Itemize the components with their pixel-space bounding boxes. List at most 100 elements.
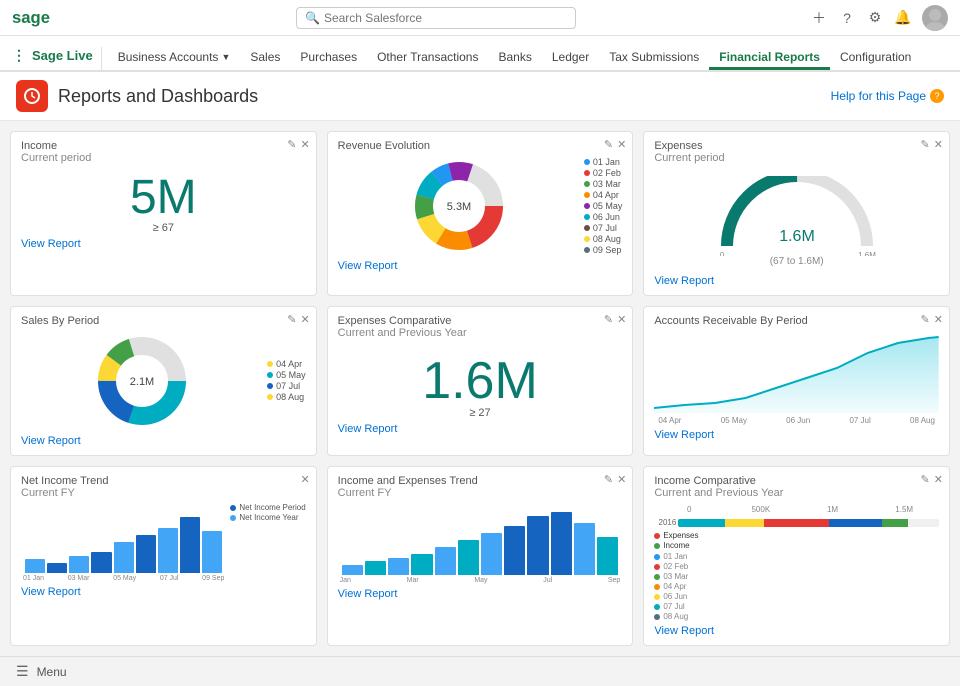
nav-item-business-accounts[interactable]: Business Accounts ▼ [108, 50, 241, 70]
ic-card-actions[interactable]: ✎ ✕ [921, 473, 943, 486]
income-title: Income [21, 140, 306, 152]
sales-legend: 04 Apr 05 May 07 Jul 08 Aug [267, 359, 306, 403]
revenue-legend: 01 Jan 02 Feb 03 Mar 04 Apr 05 May 06 Ju… [584, 157, 623, 256]
close-icon[interactable]: ✕ [300, 313, 309, 326]
sales-by-period-card: Sales By Period ✎ ✕ 2.1M 04 Apr 05 May 0 [10, 306, 317, 456]
iet-title: Income and Expenses Trend [338, 475, 623, 487]
search-box[interactable]: 🔍 [296, 7, 576, 29]
sales-card-actions[interactable]: ✎ ✕ [287, 313, 309, 326]
exp-comp-title: Expenses Comparative [338, 315, 623, 327]
nit-title: Net Income Trend [21, 475, 306, 487]
nit-view-report[interactable]: View Report [21, 586, 306, 598]
expenses-title: Expenses [654, 140, 939, 152]
exp-comp-subtitle: Current and Previous Year [338, 327, 623, 339]
ic-h-bars: 2016 [654, 518, 939, 527]
income-card-actions[interactable]: ✎ ✕ [287, 138, 309, 151]
revenue-view-report[interactable]: View Report [338, 260, 623, 272]
exp-comp-value: 1.6M [338, 355, 623, 407]
navbar: ⋮ Sage Live Business Accounts ▼ Sales Pu… [0, 36, 960, 72]
edit-icon[interactable]: ✎ [921, 138, 930, 151]
ar-view-report[interactable]: View Report [654, 429, 939, 441]
revenue-card-actions[interactable]: ✎ ✕ [604, 138, 626, 151]
nav-item-sales[interactable]: Sales [240, 50, 290, 70]
income-view-report[interactable]: View Report [21, 238, 306, 250]
edit-icon[interactable]: ✎ [604, 473, 613, 486]
expenses-subvalue: (67 to 1.6M) [770, 256, 824, 267]
revenue-evolution-card: Revenue Evolution ✎ ✕ 5.3M [327, 131, 634, 296]
iet-chart: JanMarMayJulSep [338, 505, 623, 584]
search-icon: 🔍 [305, 11, 320, 25]
expenses-card-actions[interactable]: ✎ ✕ [921, 138, 943, 151]
help-icon[interactable]: ? [838, 9, 856, 27]
income-expenses-trend-card: Income and Expenses Trend Current FY ✎ ✕ [327, 466, 634, 646]
help-link[interactable]: Help for this Page ? [831, 89, 944, 103]
income-value: 5M [21, 174, 306, 222]
page-header: Reports and Dashboards Help for this Pag… [0, 72, 960, 121]
close-icon[interactable]: ✕ [934, 138, 943, 151]
ic-period-legend: 01 Jan 02 Feb 03 Mar 04 Apr 06 Jun 07 Ju… [654, 552, 939, 621]
ar-chart [654, 333, 939, 416]
edit-icon[interactable]: ✎ [287, 138, 296, 151]
ic-subtitle: Current and Previous Year [654, 487, 939, 499]
topbar: sage 🔍 ＋ ? ⚙ 🔔 [0, 0, 960, 36]
exp-comp-subvalue: ≥ 27 [338, 407, 623, 419]
close-icon[interactable]: ✕ [934, 473, 943, 486]
notifications-icon[interactable]: 🔔 [894, 9, 912, 27]
edit-icon[interactable]: ✎ [921, 473, 930, 486]
close-icon[interactable]: ✕ [617, 138, 626, 151]
ic-x-labels: 0 500K 1M 1.5M [654, 505, 939, 514]
close-icon[interactable]: ✕ [617, 473, 626, 486]
chevron-down-icon: ▼ [221, 52, 230, 62]
nav-item-other-transactions[interactable]: Other Transactions [367, 50, 488, 70]
menu-icon: ☰ [16, 663, 29, 680]
nit-card-actions[interactable]: ✕ [300, 473, 309, 486]
nav-item-purchases[interactable]: Purchases [290, 50, 367, 70]
close-icon[interactable]: ✕ [617, 313, 626, 326]
grid-icon: ⋮ [12, 47, 26, 64]
ar-title: Accounts Receivable By Period [654, 315, 939, 327]
edit-icon[interactable]: ✎ [287, 313, 296, 326]
settings-icon[interactable]: ⚙ [866, 9, 884, 27]
nit-bar-chart [21, 503, 226, 573]
ic-legend: Expenses Income [654, 531, 939, 550]
footer: ☰ Menu [0, 656, 960, 686]
exp-comp-view-report[interactable]: View Report [338, 423, 623, 435]
revenue-title: Revenue Evolution [338, 140, 623, 152]
help-badge: ? [930, 89, 944, 103]
search-input[interactable] [324, 11, 567, 25]
iet-subtitle: Current FY [338, 487, 623, 499]
topbar-actions: ＋ ? ⚙ 🔔 [810, 5, 948, 31]
app-name-label: Sage Live [32, 48, 93, 63]
app-name[interactable]: ⋮ Sage Live [12, 47, 102, 70]
expenses-view-report[interactable]: View Report [654, 275, 939, 287]
logo-area: sage [12, 7, 62, 29]
iet-x-axis: JanMarMayJulSep [338, 575, 623, 584]
iet-view-report[interactable]: View Report [338, 588, 623, 600]
close-icon[interactable]: ✕ [300, 473, 309, 486]
nav-item-tax-submissions[interactable]: Tax Submissions [599, 50, 709, 70]
iet-bar-chart [338, 505, 623, 575]
search-area: 🔍 [62, 7, 810, 29]
nav-item-configuration[interactable]: Configuration [830, 50, 921, 70]
add-icon[interactable]: ＋ [810, 9, 828, 27]
close-icon[interactable]: ✕ [934, 313, 943, 326]
ic-title: Income Comparative [654, 475, 939, 487]
page-header-left: Reports and Dashboards [16, 80, 258, 112]
nit-chart-area: 01 Jan03 Mar05 May07 Jul09 Sep Net Incom… [21, 503, 306, 582]
exp-comp-card-actions[interactable]: ✎ ✕ [604, 313, 626, 326]
ic-view-report[interactable]: View Report [654, 625, 939, 637]
nav-items: Business Accounts ▼ Sales Purchases Othe… [108, 36, 922, 70]
expenses-gauge: 1.6M 0 1.6M [707, 176, 887, 256]
nav-item-financial-reports[interactable]: Financial Reports [709, 50, 830, 70]
ar-card-actions[interactable]: ✎ ✕ [921, 313, 943, 326]
edit-icon[interactable]: ✎ [921, 313, 930, 326]
edit-icon[interactable]: ✎ [604, 313, 613, 326]
nav-item-banks[interactable]: Banks [488, 50, 541, 70]
sales-view-report[interactable]: View Report [21, 435, 306, 447]
avatar[interactable] [922, 5, 948, 31]
nit-legend: Net Income Period Net Income Year [230, 503, 305, 582]
iet-card-actions[interactable]: ✎ ✕ [604, 473, 626, 486]
close-icon[interactable]: ✕ [300, 138, 309, 151]
edit-icon[interactable]: ✎ [604, 138, 613, 151]
nav-item-ledger[interactable]: Ledger [542, 50, 599, 70]
